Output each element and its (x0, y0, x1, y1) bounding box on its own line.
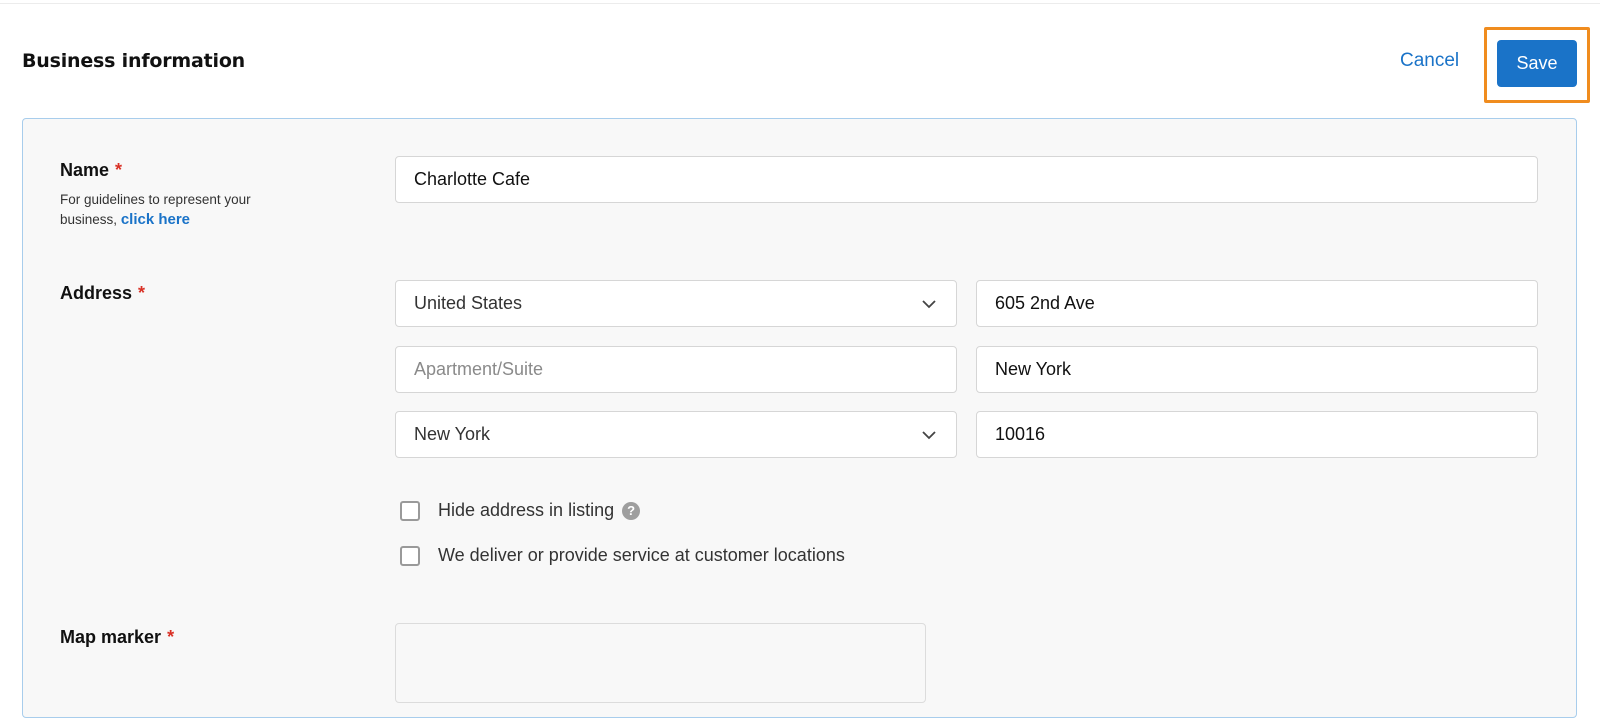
required-mark: * (138, 283, 146, 303)
map-marker-box[interactable] (395, 623, 926, 703)
address-label-text: Address (60, 283, 133, 303)
street-input[interactable] (976, 280, 1538, 327)
city-input[interactable] (976, 346, 1538, 393)
chevron-down-icon (922, 430, 936, 439)
zip-input[interactable] (976, 411, 1538, 458)
required-mark: * (115, 160, 123, 180)
deliver-row: We deliver or provide service at custome… (400, 545, 845, 566)
top-divider (0, 0, 1600, 4)
apartment-input[interactable] (395, 346, 957, 393)
required-mark: * (167, 627, 175, 647)
name-hint: For guidelines to represent your busines… (60, 190, 290, 230)
guidelines-link[interactable]: click here (121, 211, 190, 228)
business-name-input[interactable] (395, 156, 1538, 203)
map-marker-label: Map marker * (60, 627, 174, 648)
name-label: Name * (60, 160, 122, 181)
help-icon[interactable]: ? (622, 501, 641, 520)
page-title: Business information (22, 50, 245, 72)
cancel-button[interactable]: Cancel (1400, 50, 1459, 72)
map-marker-label-text: Map marker (60, 627, 162, 647)
hide-address-label: Hide address in listing (438, 500, 615, 520)
state-select[interactable]: New York (395, 411, 957, 458)
name-label-text: Name (60, 160, 110, 180)
hide-address-row: Hide address in listing ? (400, 500, 641, 521)
state-value: New York (414, 424, 491, 444)
deliver-checkbox[interactable] (400, 545, 420, 566)
save-button[interactable]: Save (1497, 40, 1577, 87)
chevron-down-icon (922, 299, 936, 308)
deliver-label: We deliver or provide service at custome… (438, 545, 845, 565)
country-value: United States (414, 293, 523, 313)
hide-address-checkbox[interactable] (400, 500, 420, 521)
address-label: Address * (60, 283, 145, 304)
country-select[interactable]: United States (395, 280, 957, 327)
